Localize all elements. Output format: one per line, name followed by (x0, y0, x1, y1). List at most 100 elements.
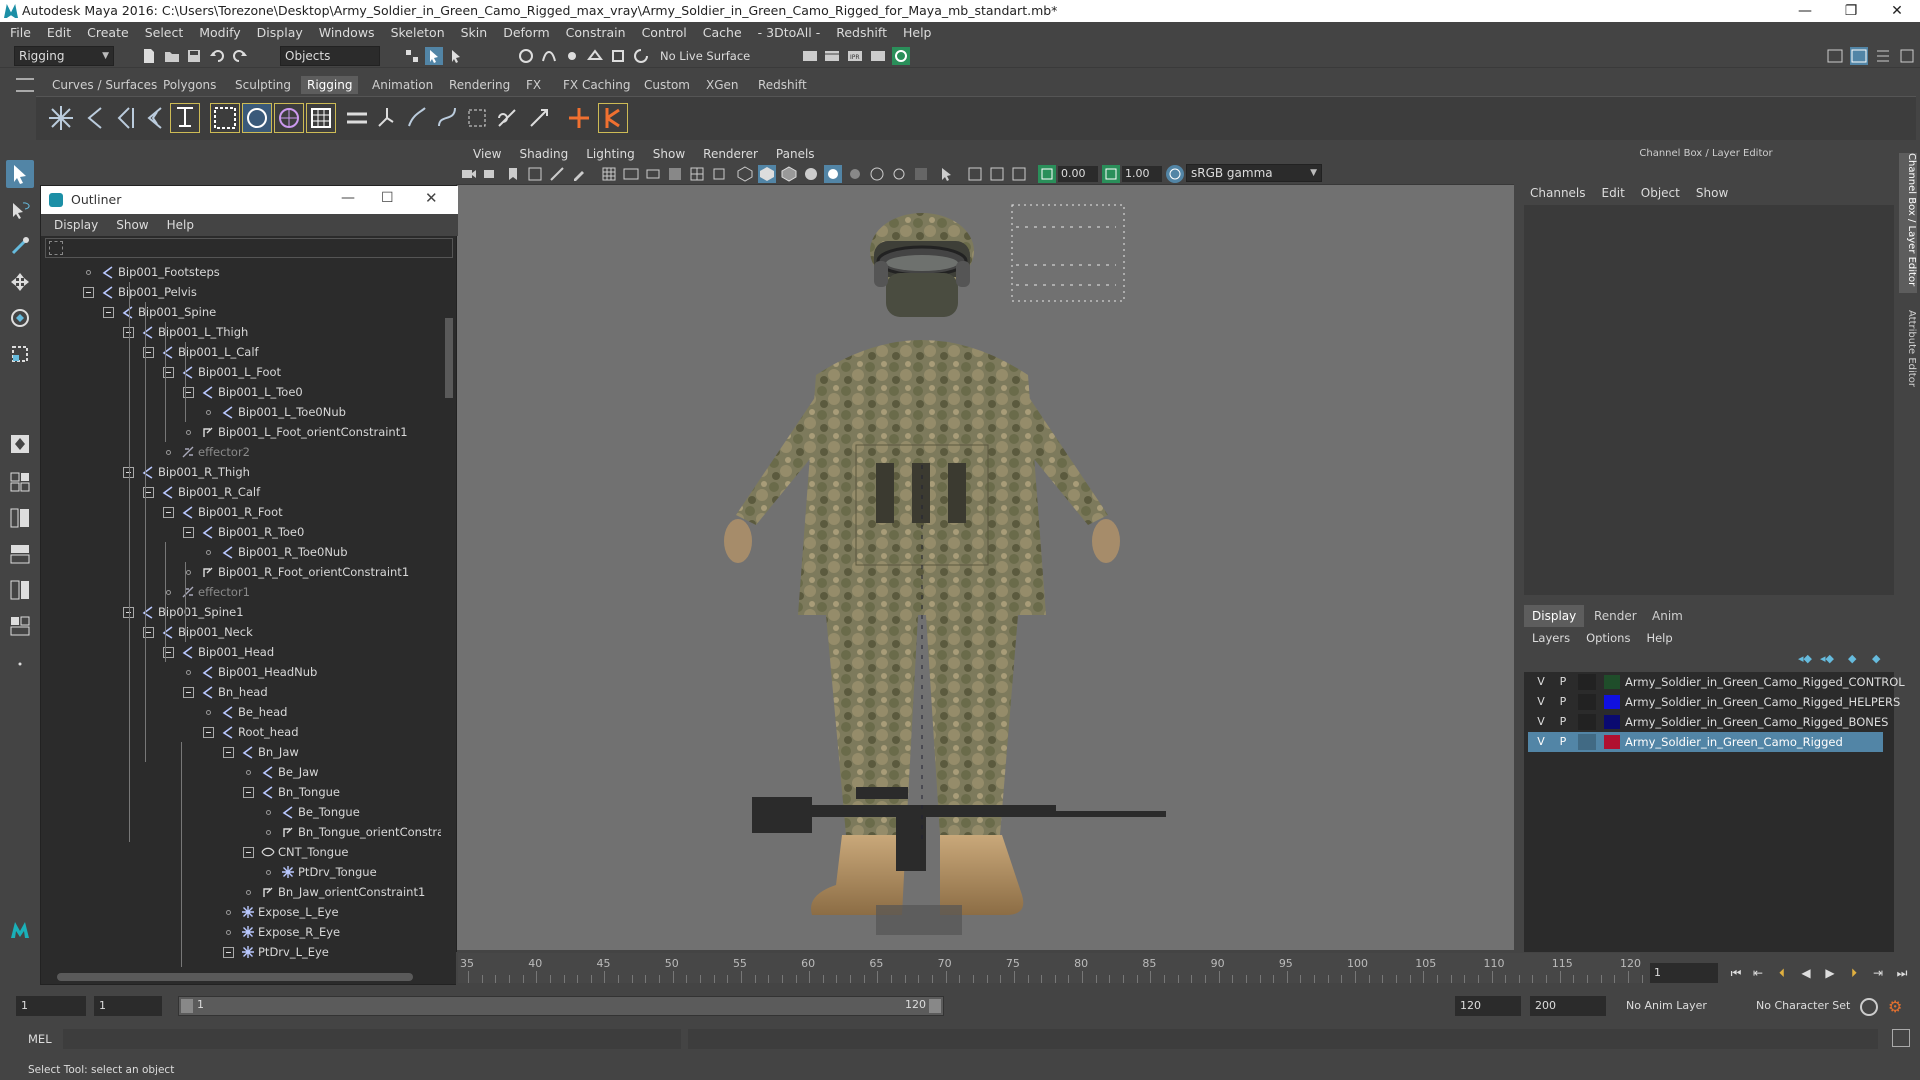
collapse-toggle-icon[interactable] (203, 727, 214, 738)
outliner-row[interactable]: Bip001_R_Toe0Nub (41, 542, 441, 562)
anim-prefs-icon[interactable]: ⚙ (1888, 998, 1906, 1016)
collapse-toggle-icon[interactable] (243, 847, 254, 858)
outliner-menu-show[interactable]: Show (107, 214, 157, 236)
layer-display-type-toggle[interactable] (1578, 714, 1596, 730)
minimize-button[interactable]: — (1782, 0, 1828, 22)
menu-select[interactable]: Select (137, 22, 192, 44)
image-plane-icon[interactable] (526, 165, 544, 183)
outliner-row[interactable]: Bip001_L_Thigh (41, 322, 441, 342)
locator-icon[interactable] (564, 103, 594, 133)
wireframe-icon[interactable] (736, 165, 754, 183)
layer-visibility-toggle[interactable]: V (1532, 694, 1550, 710)
step-forward-frame-button[interactable]: ⏵ (1844, 963, 1864, 983)
paint-select-tool-icon[interactable] (6, 232, 34, 260)
outliner-row[interactable]: Be_Jaw (41, 762, 441, 782)
search-filter-icon[interactable] (49, 241, 63, 255)
safe-action-icon[interactable] (710, 165, 728, 183)
redshift-render-icon[interactable] (892, 47, 910, 65)
outliner-row[interactable]: Bn_head (41, 682, 441, 702)
snap-together-icon[interactable] (632, 47, 650, 65)
outliner-row[interactable]: Bip001_Head (41, 642, 441, 662)
menu-control[interactable]: Control (634, 22, 695, 44)
snap-view-plane-icon[interactable] (586, 47, 604, 65)
workspace-modeling-icon[interactable] (1826, 47, 1844, 65)
menu-create[interactable]: Create (79, 22, 137, 44)
step-back-frame-button[interactable]: ⏴ (1772, 963, 1792, 983)
outliner-row[interactable]: Bip001_L_Toe0 (41, 382, 441, 402)
display-layer-row[interactable]: V P Army_Soldier_in_Green_Camo_Rigged_HELP… (1528, 692, 1900, 712)
menu-redshift[interactable]: Redshift (828, 22, 895, 44)
shelf-tab-rendering[interactable]: Rendering (443, 76, 516, 94)
menu-deform[interactable]: Deform (495, 22, 557, 44)
go-to-start-button[interactable]: ⏮ (1726, 963, 1746, 983)
redo-icon[interactable] (231, 47, 249, 65)
gamma-field[interactable]: 1.00 (1122, 166, 1162, 182)
outliner-row[interactable]: Bip001_L_Foot (41, 362, 441, 382)
side-tab-attribute-editor[interactable]: Attribute Editor (1899, 310, 1917, 410)
outliner-row[interactable]: PtDrv_L_Eye (41, 942, 441, 962)
shelf-tab-fx[interactable]: FX (520, 76, 547, 94)
ik-handle-icon[interactable] (170, 103, 200, 133)
step-forward-key-button[interactable]: ⇥ (1868, 963, 1888, 983)
outliner-row[interactable]: effector1 (41, 582, 441, 602)
insert-joint-icon[interactable] (80, 103, 110, 133)
collapse-toggle-icon[interactable] (83, 287, 94, 298)
menu-edit[interactable]: Edit (39, 22, 79, 44)
range-end-handle[interactable] (929, 999, 941, 1013)
skeleton-pose-icon[interactable] (372, 103, 402, 133)
custom-layout-icon[interactable] (6, 612, 34, 640)
menu-display[interactable]: Display (249, 22, 311, 44)
ipr-render-icon[interactable]: IPR (846, 47, 864, 65)
hypershade-layout-icon[interactable] (6, 576, 34, 604)
orient-joint-icon[interactable] (140, 103, 170, 133)
select-by-object-icon[interactable] (425, 47, 443, 65)
grease-pencil-icon[interactable] (570, 165, 588, 183)
layer-color-swatch[interactable] (1604, 735, 1620, 749)
exposure-field[interactable]: 0.00 (1058, 166, 1098, 182)
render-settings-icon[interactable] (801, 47, 819, 65)
lasso-tool-icon[interactable] (6, 196, 34, 224)
outliner-row[interactable]: Bip001_Spine (41, 302, 441, 322)
cb-menu-edit[interactable]: Edit (1594, 184, 1633, 202)
shelf-tab-sculpting[interactable]: Sculpting (229, 76, 297, 94)
select-by-component-icon[interactable] (447, 47, 465, 65)
outliner-row[interactable]: Be_Tongue (41, 802, 441, 822)
outliner-maximize-button[interactable]: ☐ (381, 190, 401, 206)
vp-menu-renderer[interactable]: Renderer (694, 145, 767, 163)
layer-tab-render[interactable]: Render (1586, 605, 1645, 627)
collapse-toggle-icon[interactable] (183, 687, 194, 698)
outliner-row[interactable]: CNT_Tongue (41, 842, 441, 862)
open-scene-icon[interactable] (163, 47, 181, 65)
range-slider[interactable]: 1 120 (178, 996, 944, 1016)
ambient-occlusion-icon[interactable] (868, 165, 886, 183)
perspective-viewport[interactable]: persp (456, 145, 1514, 1080)
collapse-toggle-icon[interactable] (183, 527, 194, 538)
le-menu-layers[interactable]: Layers (1524, 628, 1578, 648)
close-window-button[interactable]: ✕ (1874, 0, 1920, 22)
xray-icon[interactable] (966, 165, 984, 183)
rotate-tool-icon[interactable] (6, 304, 34, 332)
shelf-tab-curves-surfaces[interactable]: Curves / Surfaces (46, 76, 163, 94)
shelf-menu-icon[interactable] (16, 78, 34, 92)
outliner-row[interactable]: Bip001_R_Foot (41, 502, 441, 522)
outliner-row[interactable]: Bip001_L_Calf (41, 342, 441, 362)
outliner-row[interactable]: Bip001_L_Foot_orientConstraint1 (41, 422, 441, 442)
anim-layer-dropdown[interactable]: No Anim Layer (1626, 996, 1738, 1016)
spline-ik-icon[interactable] (432, 103, 462, 133)
shelf-tab-redshift[interactable]: Redshift (752, 76, 813, 94)
xray-components-icon[interactable] (1010, 165, 1028, 183)
create-joint-icon[interactable] (46, 103, 76, 133)
snap-live-icon[interactable] (609, 47, 627, 65)
display-layer-row[interactable]: V P Army_Soldier_in_Green_Camo_Rigged_BONE… (1528, 712, 1888, 732)
layer-color-swatch[interactable] (1604, 695, 1620, 709)
wireframe-on-shaded-icon[interactable] (780, 165, 798, 183)
go-to-end-button[interactable]: ⏭ (1892, 963, 1912, 983)
graph-persp-layout-icon[interactable] (6, 540, 34, 568)
shelf-tab-fx-caching[interactable]: FX Caching (557, 76, 636, 94)
more-layouts-icon[interactable] (6, 650, 34, 678)
bind-skin-icon[interactable] (242, 103, 272, 133)
snap-curve-icon[interactable] (540, 47, 558, 65)
move-layer-up-icon[interactable]: ◂◆ (1798, 652, 1812, 665)
layer-playback-toggle[interactable]: P (1554, 734, 1572, 750)
play-backwards-button[interactable]: ◀ (1796, 963, 1816, 983)
